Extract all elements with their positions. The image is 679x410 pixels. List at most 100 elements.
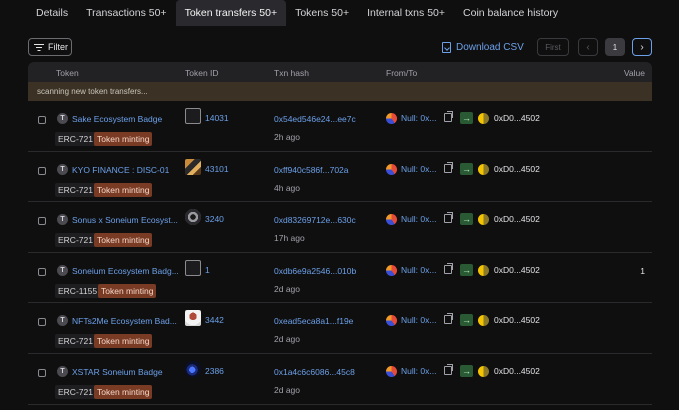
token-standard-tag: ERC-721 (55, 334, 96, 349)
copy-icon[interactable] (444, 212, 453, 224)
txn-age: 4h ago (274, 182, 300, 193)
row-details-toggle[interactable] (38, 267, 46, 276)
from-address-link[interactable]: Null: 0x... (401, 315, 436, 325)
txn-hash-link[interactable]: 0x54ed546e24...ee7c (274, 114, 356, 124)
tab-tokens[interactable]: Tokens 50+ (286, 0, 358, 26)
token-name-link[interactable]: XSTAR Soneium Badge (72, 367, 163, 377)
to-address: 0xD0...4502 (494, 315, 540, 326)
method-badge: Token minting (98, 283, 157, 298)
current-page: 1 (605, 38, 625, 56)
copy-icon[interactable] (444, 313, 453, 325)
from-address-link[interactable]: Null: 0x... (401, 265, 436, 275)
from-avatar (386, 315, 397, 327)
header-from-to: From/To (386, 68, 418, 78)
arrow-right-icon: → (460, 314, 473, 327)
to-avatar (478, 264, 489, 276)
tab-token-transfers[interactable]: Token transfers 50+ (175, 0, 287, 26)
txn-hash-link[interactable]: 0xdb6e9a2546...010b (274, 266, 356, 276)
table-row: T Sonus x Soneium Ecosyst... ERC-721 Token … (28, 202, 652, 253)
arrow-right-icon: → (460, 162, 473, 175)
to-address: 0xD0...4502 (494, 214, 540, 225)
from-avatar (386, 214, 397, 226)
first-page-button[interactable]: First (537, 38, 569, 56)
from-avatar (386, 113, 397, 124)
method-badge: Token minting (94, 132, 153, 146)
txn-hash-link[interactable]: 0x1a4c6c6086...45c8 (274, 367, 355, 377)
copy-icon[interactable] (444, 111, 453, 122)
arrow-right-icon: → (460, 213, 473, 226)
token-name-link[interactable]: Sake Ecosystem Badge (72, 114, 162, 124)
row-details-toggle[interactable] (38, 318, 46, 327)
table-row: T Sake Ecosystem Badge ERC-721 Token mintin… (28, 101, 652, 152)
from-address-link[interactable]: Null: 0x... (401, 214, 436, 224)
to-avatar (478, 214, 489, 226)
tab-internal-txns[interactable]: Internal txns 50+ (358, 0, 454, 26)
method-badge: Token minting (94, 182, 153, 197)
tab-bar: Details Transactions 50+ Token transfers… (0, 0, 679, 26)
copy-icon[interactable] (444, 161, 453, 173)
row-details-toggle[interactable] (38, 368, 46, 377)
row-details-toggle[interactable] (38, 116, 46, 124)
token-id-link[interactable]: 1 (205, 265, 210, 275)
to-avatar (478, 113, 489, 124)
to-address: 0xD0...4502 (494, 163, 540, 174)
token-id-link[interactable]: 3442 (205, 315, 224, 325)
txn-hash-link[interactable]: 0xead5eca8a1...f19e (274, 316, 353, 326)
header-txn-hash: Txn hash (274, 68, 309, 78)
header-token-id: Token ID (185, 68, 219, 78)
txn-hash-link[interactable]: 0xd83269712e...630c (274, 215, 356, 225)
txn-age: 2h ago (274, 132, 300, 142)
tab-transactions[interactable]: Transactions 50+ (77, 0, 175, 26)
token-name-link[interactable]: Soneium Ecosystem Badg... (72, 266, 179, 276)
copy-icon[interactable] (444, 363, 453, 375)
txn-age: 2d ago (274, 283, 300, 294)
row-details-toggle[interactable] (38, 217, 46, 226)
token-icon: T (57, 163, 68, 175)
token-name-link[interactable]: KYO FINANCE : DISC-01 (72, 165, 169, 175)
download-icon (442, 41, 451, 53)
token-icon: T (57, 113, 68, 124)
token-id-link[interactable]: 14031 (205, 113, 229, 123)
next-page-button[interactable]: › (632, 38, 652, 56)
token-standard-tag: ERC-1155 (55, 283, 101, 298)
scanning-notice: scanning new token transfers... (28, 82, 652, 101)
token-name-link[interactable]: Sonus x Soneium Ecosyst... (72, 215, 178, 225)
toolbar: Filter Download CSV First ‹ 1 › (28, 38, 652, 56)
token-name-link[interactable]: NFTs2Me Ecosystem Bad... (72, 316, 177, 326)
token-standard-tag: ERC-721 (55, 182, 96, 197)
download-csv-link[interactable]: Download CSV (442, 38, 524, 56)
arrow-right-icon: → (460, 263, 473, 276)
from-address-link[interactable]: Null: 0x... (401, 113, 436, 123)
table-row: T KYO FINANCE : DISC-01 ERC-721 Token minti… (28, 152, 652, 203)
txn-hash-link[interactable]: 0xff940c586f...702a (274, 165, 349, 175)
filter-button[interactable]: Filter (28, 38, 72, 56)
txn-age: 17h ago (274, 233, 305, 244)
arrow-right-icon: → (460, 112, 473, 124)
to-address: 0xD0...4502 (494, 264, 540, 275)
from-address-link[interactable]: Null: 0x... (401, 164, 436, 174)
token-standard-tag: ERC-721 (55, 233, 96, 248)
shield-logo-icon (185, 108, 201, 124)
tab-coin-balance-history[interactable]: Coin balance history (454, 0, 567, 26)
row-details-toggle[interactable] (38, 166, 46, 175)
token-transfers-table: Token Token ID Txn hash From/To Value sc… (28, 62, 652, 405)
to-avatar (478, 163, 489, 175)
filter-label: Filter (48, 42, 68, 52)
to-avatar (478, 365, 489, 377)
to-address: 0xD0...4502 (494, 365, 540, 376)
token-icon: T (57, 365, 68, 377)
prev-page-button[interactable]: ‹ (578, 38, 598, 56)
download-label: Download CSV (456, 41, 524, 53)
table-header: Token Token ID Txn hash From/To Value (28, 62, 652, 82)
table-row: T NFTs2Me Ecosystem Bad... ERC-721 Token mi… (28, 303, 652, 354)
token-id-link[interactable]: 43101 (205, 164, 229, 174)
avatar-badge-icon (185, 310, 201, 327)
pixel-art-icon (185, 158, 201, 175)
from-address-link[interactable]: Null: 0x... (401, 366, 436, 376)
token-id-link[interactable]: 3240 (205, 214, 224, 224)
header-value: Value (623, 68, 645, 78)
token-id-link[interactable]: 2386 (205, 366, 224, 376)
copy-icon[interactable] (444, 262, 453, 274)
tab-details[interactable]: Details (28, 0, 77, 26)
from-avatar (386, 264, 397, 276)
